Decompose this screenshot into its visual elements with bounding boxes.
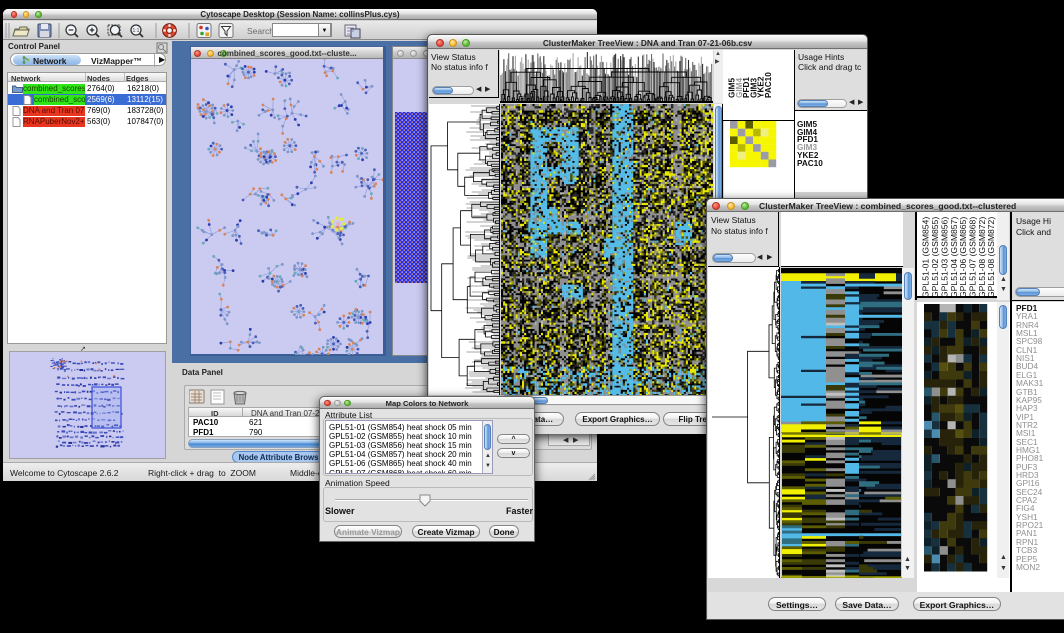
svg-text:GPL51-08 (GSM872): GPL51-08 (GSM872) xyxy=(986,217,996,298)
svg-text:1:1: 1:1 xyxy=(133,28,140,34)
svg-text:PAC10: PAC10 xyxy=(764,72,773,98)
